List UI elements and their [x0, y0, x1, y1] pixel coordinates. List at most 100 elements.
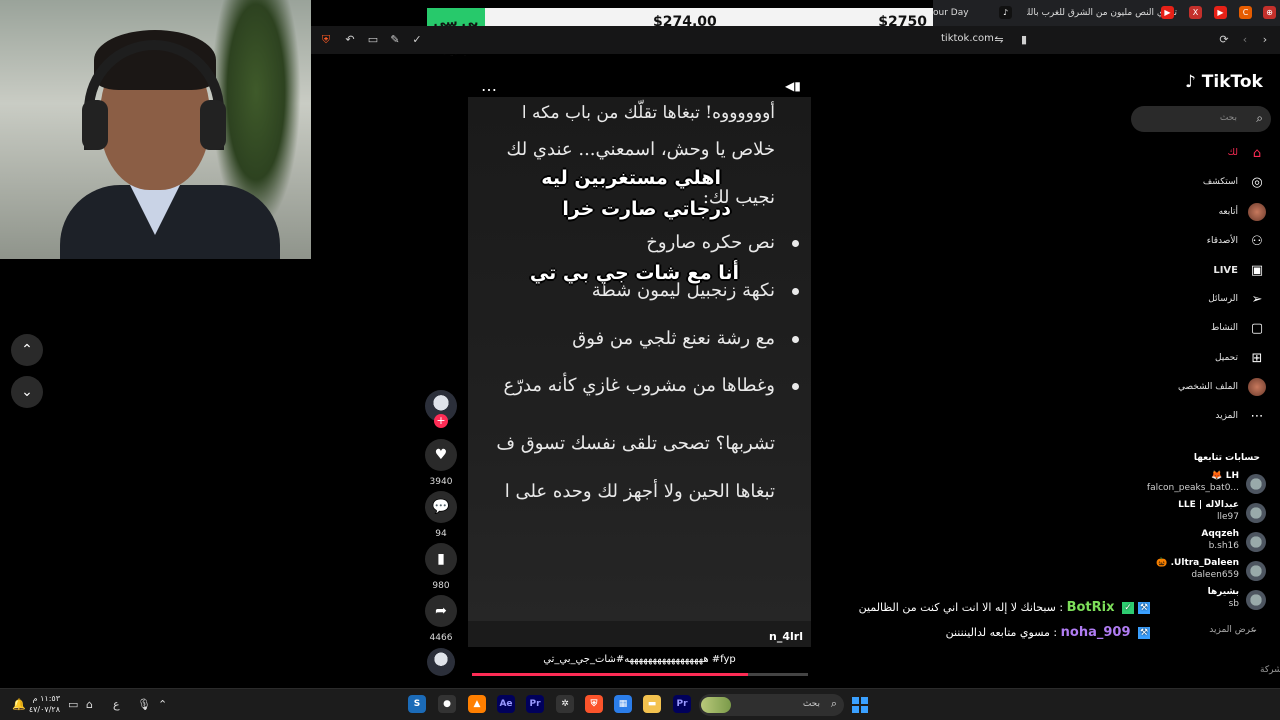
- screen-icon[interactable]: ▭: [366, 33, 380, 47]
- site-settings-icon[interactable]: ⇋: [992, 33, 1006, 47]
- nav-live[interactable]: LIVE ▣: [1126, 261, 1266, 281]
- premiere-icon[interactable]: Pr: [526, 695, 544, 713]
- chat-username: BotRix: [1066, 600, 1115, 615]
- next-creator-avatar[interactable]: [427, 648, 455, 676]
- video-progress-fill: [472, 673, 748, 676]
- nav-following[interactable]: أتابعه: [1126, 203, 1266, 223]
- video-player[interactable]: أووووووه! تبغاها تقلّك من باب مكه ا خلاص…: [468, 97, 811, 647]
- comment-button[interactable]: 💬 94: [425, 491, 457, 539]
- nav-activity[interactable]: النشاط ▢: [1126, 319, 1266, 339]
- search-highlight-image: [701, 697, 731, 713]
- avatar: [1246, 590, 1266, 610]
- save-button[interactable]: ▮ 980: [425, 543, 457, 591]
- nav-friends[interactable]: الأصدقاء ⚇: [1126, 232, 1266, 252]
- previous-video-button[interactable]: ⌃: [11, 334, 43, 366]
- nav-explore[interactable]: استكشف ◎: [1126, 173, 1266, 193]
- nav-label: لك: [1227, 148, 1238, 158]
- premiere-icon-2[interactable]: Pr: [673, 695, 691, 713]
- reload-icon[interactable]: ⟳: [1217, 33, 1231, 47]
- brave-shield-icon[interactable]: ⛨: [319, 33, 333, 47]
- file-explorer-icon[interactable]: ▬: [643, 695, 661, 713]
- search-input[interactable]: بحث ⌕: [1131, 106, 1271, 132]
- chat-message: ⚒ noha_909 : مسوي متابعه لداليننننن: [946, 625, 1150, 640]
- nav-label: المزيد: [1215, 411, 1238, 421]
- video-bottom-strip: [468, 621, 811, 647]
- system-clock[interactable]: ١١:٥٣ م ٤٧/٠٧/٢٨: [28, 693, 60, 715]
- account-handle: b.sh16: [1208, 541, 1239, 551]
- brave-icon[interactable]: ⛨: [585, 695, 603, 713]
- tab-our-day[interactable]: our Day: [933, 4, 985, 22]
- nav-label: الأصدقاء: [1206, 236, 1238, 246]
- tab-youtube[interactable]: تحدي النص مليون من الشرق للغرب بالك: [1027, 4, 1177, 22]
- battery-icon[interactable]: ▭: [68, 698, 78, 711]
- nav-more[interactable]: المزيد ⋯: [1126, 407, 1266, 427]
- translate-icon[interactable]: ✎: [388, 33, 402, 47]
- tiktok-logo[interactable]: ♪ TikTok: [1185, 72, 1263, 92]
- after-effects-icon[interactable]: Ae: [497, 695, 515, 713]
- extension-icon[interactable]: ✓: [410, 33, 424, 47]
- video-frame: أووووووه! تبغاها تقلّك من باب مكه ا خلاص…: [468, 97, 811, 627]
- windows-start-icon[interactable]: [852, 697, 868, 713]
- share-button[interactable]: ➦ 4466: [425, 595, 457, 643]
- avatar: [1246, 561, 1266, 581]
- video-caption: أنا مع شات جي بي تي: [529, 262, 739, 284]
- chevron-up-icon: ⌃: [21, 342, 33, 358]
- nav-upload[interactable]: تحميل ⊞: [1126, 349, 1266, 369]
- youtube-tab-icon-2[interactable]: ▶: [1214, 6, 1227, 19]
- comment-count: 94: [435, 529, 447, 539]
- avatar: [1246, 532, 1266, 552]
- store-icon[interactable]: ▦: [614, 695, 632, 713]
- undo-icon[interactable]: ↶: [343, 33, 357, 47]
- tiktok-wordmark: TikTok: [1201, 72, 1263, 92]
- share-count: 4466: [429, 633, 453, 643]
- see-more-link[interactable]: عرض المزيد: [1209, 625, 1256, 635]
- follow-plus-icon[interactable]: +: [434, 414, 448, 428]
- bullet: [792, 240, 799, 247]
- forward-icon[interactable]: ‹: [1238, 33, 1252, 47]
- browser-tabstrip: our Day ♪ تحدي النص مليون من الشرق للغرب…: [933, 0, 1280, 26]
- tiktok-tab-icon[interactable]: ♪: [999, 6, 1012, 19]
- following-account[interactable]: Aqqzeh b.sh16: [1126, 528, 1266, 556]
- vlc-icon[interactable]: ▲: [468, 695, 486, 713]
- obs-icon[interactable]: ●: [438, 695, 456, 713]
- profile-icon: [1248, 378, 1266, 396]
- nav-for-you[interactable]: لك ⌂: [1126, 144, 1266, 164]
- video-author[interactable]: n_4lrl: [769, 630, 803, 643]
- bookmark-icon[interactable]: ▮: [1017, 33, 1031, 47]
- compass-icon: ◎: [1251, 175, 1263, 190]
- tiktok-note-icon: ♪: [1185, 72, 1196, 92]
- tray-chevron-up-icon[interactable]: ⌃: [158, 698, 167, 711]
- shield-tab-icon[interactable]: ⊕: [1263, 6, 1276, 19]
- share-icon: ➦: [425, 595, 457, 627]
- taskbar-search[interactable]: بحث ⌕: [699, 694, 844, 716]
- following-account[interactable]: LH 🦊 falcon_peaks_bat0...: [1126, 470, 1266, 498]
- company-link[interactable]: الشركة: [1260, 665, 1280, 675]
- chevron-down-icon[interactable]: ⌄: [1250, 624, 1258, 635]
- brand-tab-icon[interactable]: C: [1239, 6, 1252, 19]
- video-description[interactable]: هههههههههههههههههه#شات_جي_بي_تي #fyp: [468, 654, 811, 665]
- chatgpt-icon[interactable]: ✲: [556, 695, 574, 713]
- back-icon[interactable]: ›: [1258, 33, 1272, 47]
- volume-icon[interactable]: ◀▮: [785, 79, 801, 93]
- url-text[interactable]: tiktok.com: [941, 33, 994, 44]
- like-button[interactable]: ♥ 3940: [425, 439, 457, 487]
- nav-messages[interactable]: الرسائل ➢: [1126, 290, 1266, 310]
- notification-bell-icon[interactable]: 🔔: [12, 698, 26, 711]
- next-video-button[interactable]: ⌄: [11, 376, 43, 408]
- video-text-line: خلاص يا وحش، اسمعني... عندي لك: [506, 139, 775, 160]
- network-icon[interactable]: ⌂: [86, 698, 93, 711]
- more-dots-icon[interactable]: …: [481, 76, 498, 95]
- like-count: 3940: [429, 477, 453, 487]
- microphone-icon[interactable]: 🎙: [137, 698, 151, 711]
- activity-icon: ▢: [1250, 321, 1264, 336]
- save-count: 980: [432, 581, 450, 591]
- video-progress-bar[interactable]: [472, 673, 808, 676]
- following-account[interactable]: Ultra_Daleen. 🎃 daleen659: [1126, 557, 1266, 585]
- language-indicator[interactable]: ع: [113, 698, 120, 711]
- account-handle: falcon_peaks_bat0...: [1146, 483, 1239, 493]
- x-tab-icon[interactable]: X: [1189, 6, 1202, 19]
- following-account[interactable]: عبدالاله | LLE lle97: [1126, 499, 1266, 527]
- nav-profile[interactable]: الملف الشخصي: [1126, 378, 1266, 398]
- upload-icon: ⊞: [1251, 351, 1263, 366]
- steam-icon[interactable]: S: [408, 695, 426, 713]
